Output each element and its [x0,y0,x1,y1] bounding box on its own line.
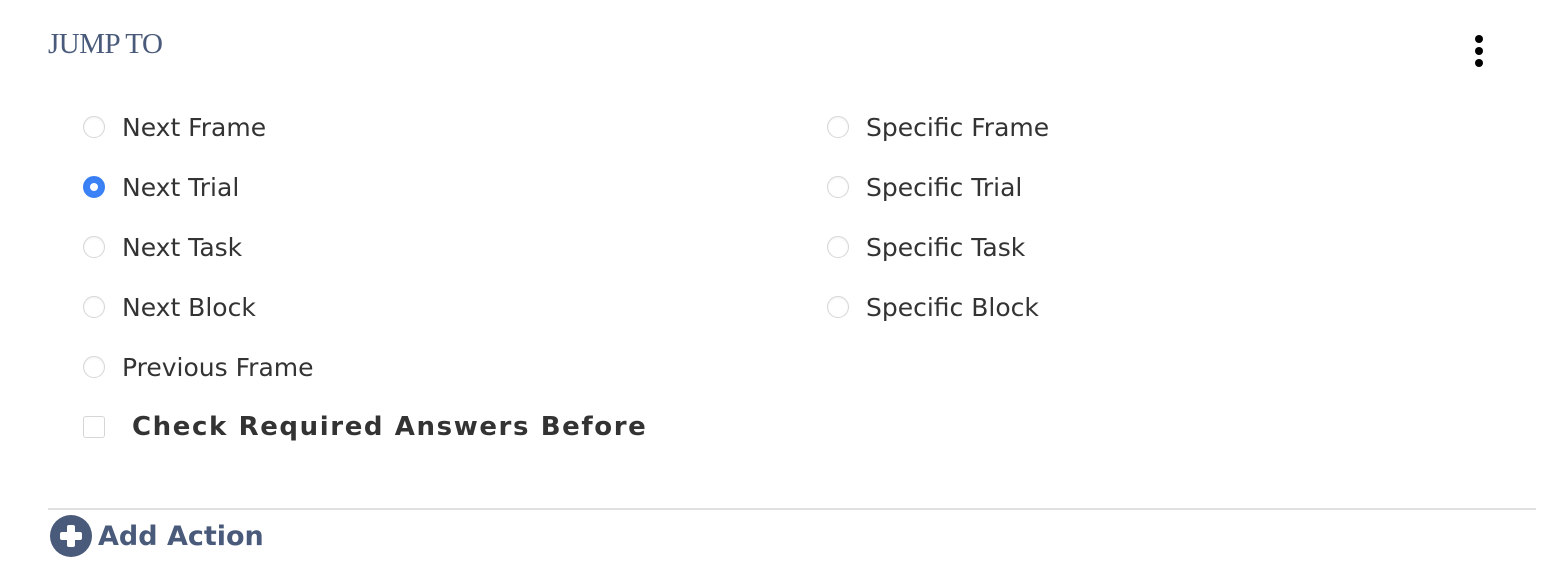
more-options-button[interactable] [1468,32,1490,72]
radio-label: Next Block [122,292,256,322]
radio-button[interactable] [83,236,105,258]
radio-label: Previous Frame [122,352,314,382]
radio-next-trial[interactable]: Next Trial [83,167,239,207]
radio-label: Specific Block [866,292,1039,322]
radio-label: Next Frame [122,112,267,142]
radio-button[interactable] [827,176,849,198]
radio-button[interactable] [827,296,849,318]
radio-button[interactable] [83,296,105,318]
radio-next-block[interactable]: Next Block [83,287,256,327]
radio-button[interactable] [83,176,105,198]
add-action-label: Add Action [98,520,264,552]
checkbox-label: Check Required Answers Before [132,412,648,442]
radio-next-frame[interactable]: Next Frame [83,107,266,147]
check-required-answers[interactable]: Check Required Answers Before [83,407,647,447]
plus-circle-icon [50,515,92,557]
radio-button[interactable] [827,236,849,258]
radio-button[interactable] [83,116,105,138]
more-vertical-icon-dot [1475,35,1483,43]
radio-button[interactable] [827,116,849,138]
radio-specific-task[interactable]: Specific Task [827,227,1025,267]
radio-button[interactable] [83,356,105,378]
radio-label: Specific Task [866,232,1026,262]
radio-specific-frame[interactable]: Specific Frame [827,107,1049,147]
radio-specific-trial[interactable]: Specific Trial [827,167,1022,207]
more-vertical-icon-dot [1475,59,1483,67]
radio-label: Specific Trial [866,172,1023,202]
checkbox[interactable] [83,416,105,438]
radio-next-task[interactable]: Next Task [83,227,242,267]
section-title: JUMP TO [48,28,163,60]
add-action-button[interactable]: Add Action [50,515,264,557]
radio-label: Specific Frame [866,112,1050,142]
radio-previous-frame[interactable]: Previous Frame [83,347,314,387]
radio-label: Next Trial [122,172,240,202]
divider [48,508,1536,510]
more-vertical-icon-dot [1475,47,1483,55]
radio-specific-block[interactable]: Specific Block [827,287,1039,327]
radio-label: Next Task [122,232,243,262]
